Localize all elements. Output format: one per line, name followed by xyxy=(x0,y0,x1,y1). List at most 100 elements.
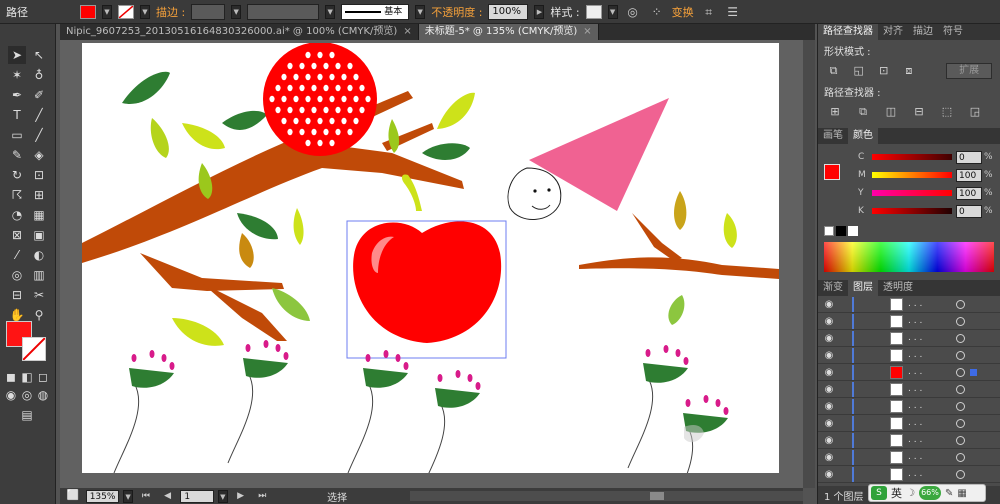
moon-icon[interactable]: ☽ xyxy=(906,488,915,499)
none-swatch[interactable] xyxy=(824,226,834,236)
lasso-tool-icon[interactable]: ♁ xyxy=(30,66,48,84)
layer-name[interactable]: . . . xyxy=(908,418,956,428)
artboard-number-input[interactable]: 1 xyxy=(180,489,214,503)
unite-icon[interactable]: ⧉ xyxy=(826,63,841,79)
divide-icon[interactable]: ⊞ xyxy=(826,104,844,120)
paintbrush-tool-icon[interactable]: ╱ xyxy=(30,126,48,144)
layer-row[interactable]: ◉ . . . xyxy=(818,432,1000,449)
slider-c[interactable]: C 0 % xyxy=(818,148,1000,166)
artboard[interactable] xyxy=(82,42,779,504)
minus-front-icon[interactable]: ◱ xyxy=(851,63,866,79)
layer-row[interactable]: ◉ . . . xyxy=(818,313,1000,330)
crop-icon[interactable]: ⊟ xyxy=(910,104,928,120)
curvature-tool-icon[interactable]: ✐ xyxy=(30,86,48,104)
prev-artboard-icon[interactable]: ◀ xyxy=(159,488,177,504)
layer-row[interactable]: ◉ . . . xyxy=(818,449,1000,466)
color-spectrum[interactable] xyxy=(824,242,994,272)
stroke-color-box[interactable] xyxy=(22,337,46,361)
symbol-sprayer-tool-icon[interactable]: ◎ xyxy=(8,266,26,284)
m-track[interactable] xyxy=(872,172,952,178)
brush-select[interactable]: 基本 xyxy=(341,3,410,20)
tab-color[interactable]: 颜色 xyxy=(848,128,878,144)
eye-icon[interactable]: ◉ xyxy=(822,367,836,378)
eye-icon[interactable]: ◉ xyxy=(822,435,836,446)
eye-icon[interactable]: ◉ xyxy=(822,401,836,412)
target-icon[interactable] xyxy=(956,452,965,462)
layer-row[interactable]: ◉ . . . xyxy=(818,415,1000,432)
pencil-tool-icon[interactable]: ✎ xyxy=(8,146,26,164)
c-value[interactable]: 0 xyxy=(956,150,982,164)
gradient-mode-icon[interactable]: ◧ xyxy=(20,368,34,386)
tab-untitled[interactable]: 未标题-5* @ 135% (CMYK/预览) × xyxy=(418,24,599,40)
layer-row[interactable]: ◉ . . . xyxy=(818,381,1000,398)
workspace[interactable] xyxy=(60,40,803,504)
y-track[interactable] xyxy=(872,190,952,196)
next-artboard-icon[interactable]: ▶ xyxy=(232,488,250,504)
tab-layers[interactable]: 图层 xyxy=(848,280,878,296)
color-mode-icon[interactable]: ◼ xyxy=(4,368,18,386)
free-transform-tool-icon[interactable]: ⊞ xyxy=(30,186,48,204)
scale-tool-icon[interactable]: ⊡ xyxy=(30,166,48,184)
layer-row[interactable]: ◉ . . . xyxy=(818,296,1000,313)
graph-tool-icon[interactable]: ▥ xyxy=(30,266,48,284)
tab-nipic[interactable]: Nipic_9607253_20130516164830326000.ai* @… xyxy=(60,24,419,40)
close-icon[interactable]: × xyxy=(583,24,591,40)
eye-icon[interactable]: ◉ xyxy=(822,418,836,429)
layer-name[interactable]: . . . xyxy=(908,316,956,326)
ime-logo-icon[interactable]: S xyxy=(871,486,887,500)
slice-tool-icon[interactable]: ✂ xyxy=(30,286,48,304)
y-value[interactable]: 100 xyxy=(956,186,982,200)
ime-lang[interactable]: 英 xyxy=(891,485,902,501)
minus-back-icon[interactable]: ◲ xyxy=(966,104,984,120)
horizontal-scrollbar[interactable] xyxy=(409,491,803,501)
doc-info-icon[interactable]: ⬜ xyxy=(64,488,82,504)
layer-row[interactable]: ◉ . . . xyxy=(818,330,1000,347)
target-icon[interactable] xyxy=(956,316,965,326)
transform-link[interactable]: 变换 xyxy=(672,4,694,20)
pen-tool-icon[interactable]: ✒ xyxy=(8,86,26,104)
stroke-weight-dropdown[interactable]: ▼ xyxy=(231,4,242,19)
layer-name[interactable]: . . . xyxy=(908,299,956,309)
tab-brushes[interactable]: 画笔 xyxy=(818,128,848,144)
eye-icon[interactable]: ◉ xyxy=(822,316,836,327)
zoom-dropdown[interactable]: ▼ xyxy=(123,489,134,503)
stroke-weight-label[interactable]: 描边 : xyxy=(156,4,185,20)
selection-tool-icon[interactable]: ➤ xyxy=(8,46,26,64)
tab-pathfinder[interactable]: 路径查找器 xyxy=(818,24,878,40)
vertical-scrollbar[interactable] xyxy=(803,40,849,488)
target-icon[interactable] xyxy=(956,367,965,377)
first-artboard-icon[interactable]: ⏮ xyxy=(137,488,155,504)
mesh-tool-icon[interactable]: ⊠ xyxy=(8,226,26,244)
eraser-tool-icon[interactable]: ◈ xyxy=(30,146,48,164)
white-swatch[interactable] xyxy=(848,226,858,236)
layer-name[interactable]: . . . xyxy=(908,384,956,394)
opacity-label[interactable]: 不透明度 : xyxy=(431,4,482,20)
zoom-input[interactable]: 135% xyxy=(85,489,120,503)
layer-row[interactable]: ◉ . . . xyxy=(818,347,1000,364)
isolate-icon[interactable]: ⌗ xyxy=(700,4,718,20)
tab-gradient[interactable]: 渐变 xyxy=(818,280,848,296)
layer-name[interactable]: . . . xyxy=(908,333,956,343)
layer-row[interactable]: ◉ . . . xyxy=(818,364,1000,381)
last-artboard-icon[interactable]: ⏭ xyxy=(253,488,271,504)
target-icon[interactable] xyxy=(956,418,965,428)
slider-m[interactable]: M 100 % xyxy=(818,166,1000,184)
target-icon[interactable] xyxy=(956,299,965,309)
eye-icon[interactable]: ◉ xyxy=(822,350,836,361)
opacity-input[interactable]: 100% xyxy=(488,3,529,20)
intersect-icon[interactable]: ⊡ xyxy=(876,63,891,79)
warp-tool-icon[interactable]: ☈ xyxy=(8,186,26,204)
target-icon[interactable] xyxy=(956,435,965,445)
expand-button[interactable]: 扩展 xyxy=(946,63,992,79)
target-icon[interactable] xyxy=(956,469,965,479)
layer-name[interactable]: . . . xyxy=(908,435,956,445)
zoom-tool-icon[interactable]: ⚲ xyxy=(30,306,48,324)
opacity-dropdown[interactable]: ▶ xyxy=(534,4,545,19)
more-options-icon[interactable]: ☰ xyxy=(724,4,742,20)
k-value[interactable]: 0 xyxy=(956,204,982,218)
fill-swatch[interactable] xyxy=(80,4,96,19)
c-track[interactable] xyxy=(872,154,952,160)
layer-row[interactable]: ◉ . . . xyxy=(818,398,1000,415)
rotate-tool-icon[interactable]: ↻ xyxy=(8,166,26,184)
target-icon[interactable] xyxy=(956,333,965,343)
